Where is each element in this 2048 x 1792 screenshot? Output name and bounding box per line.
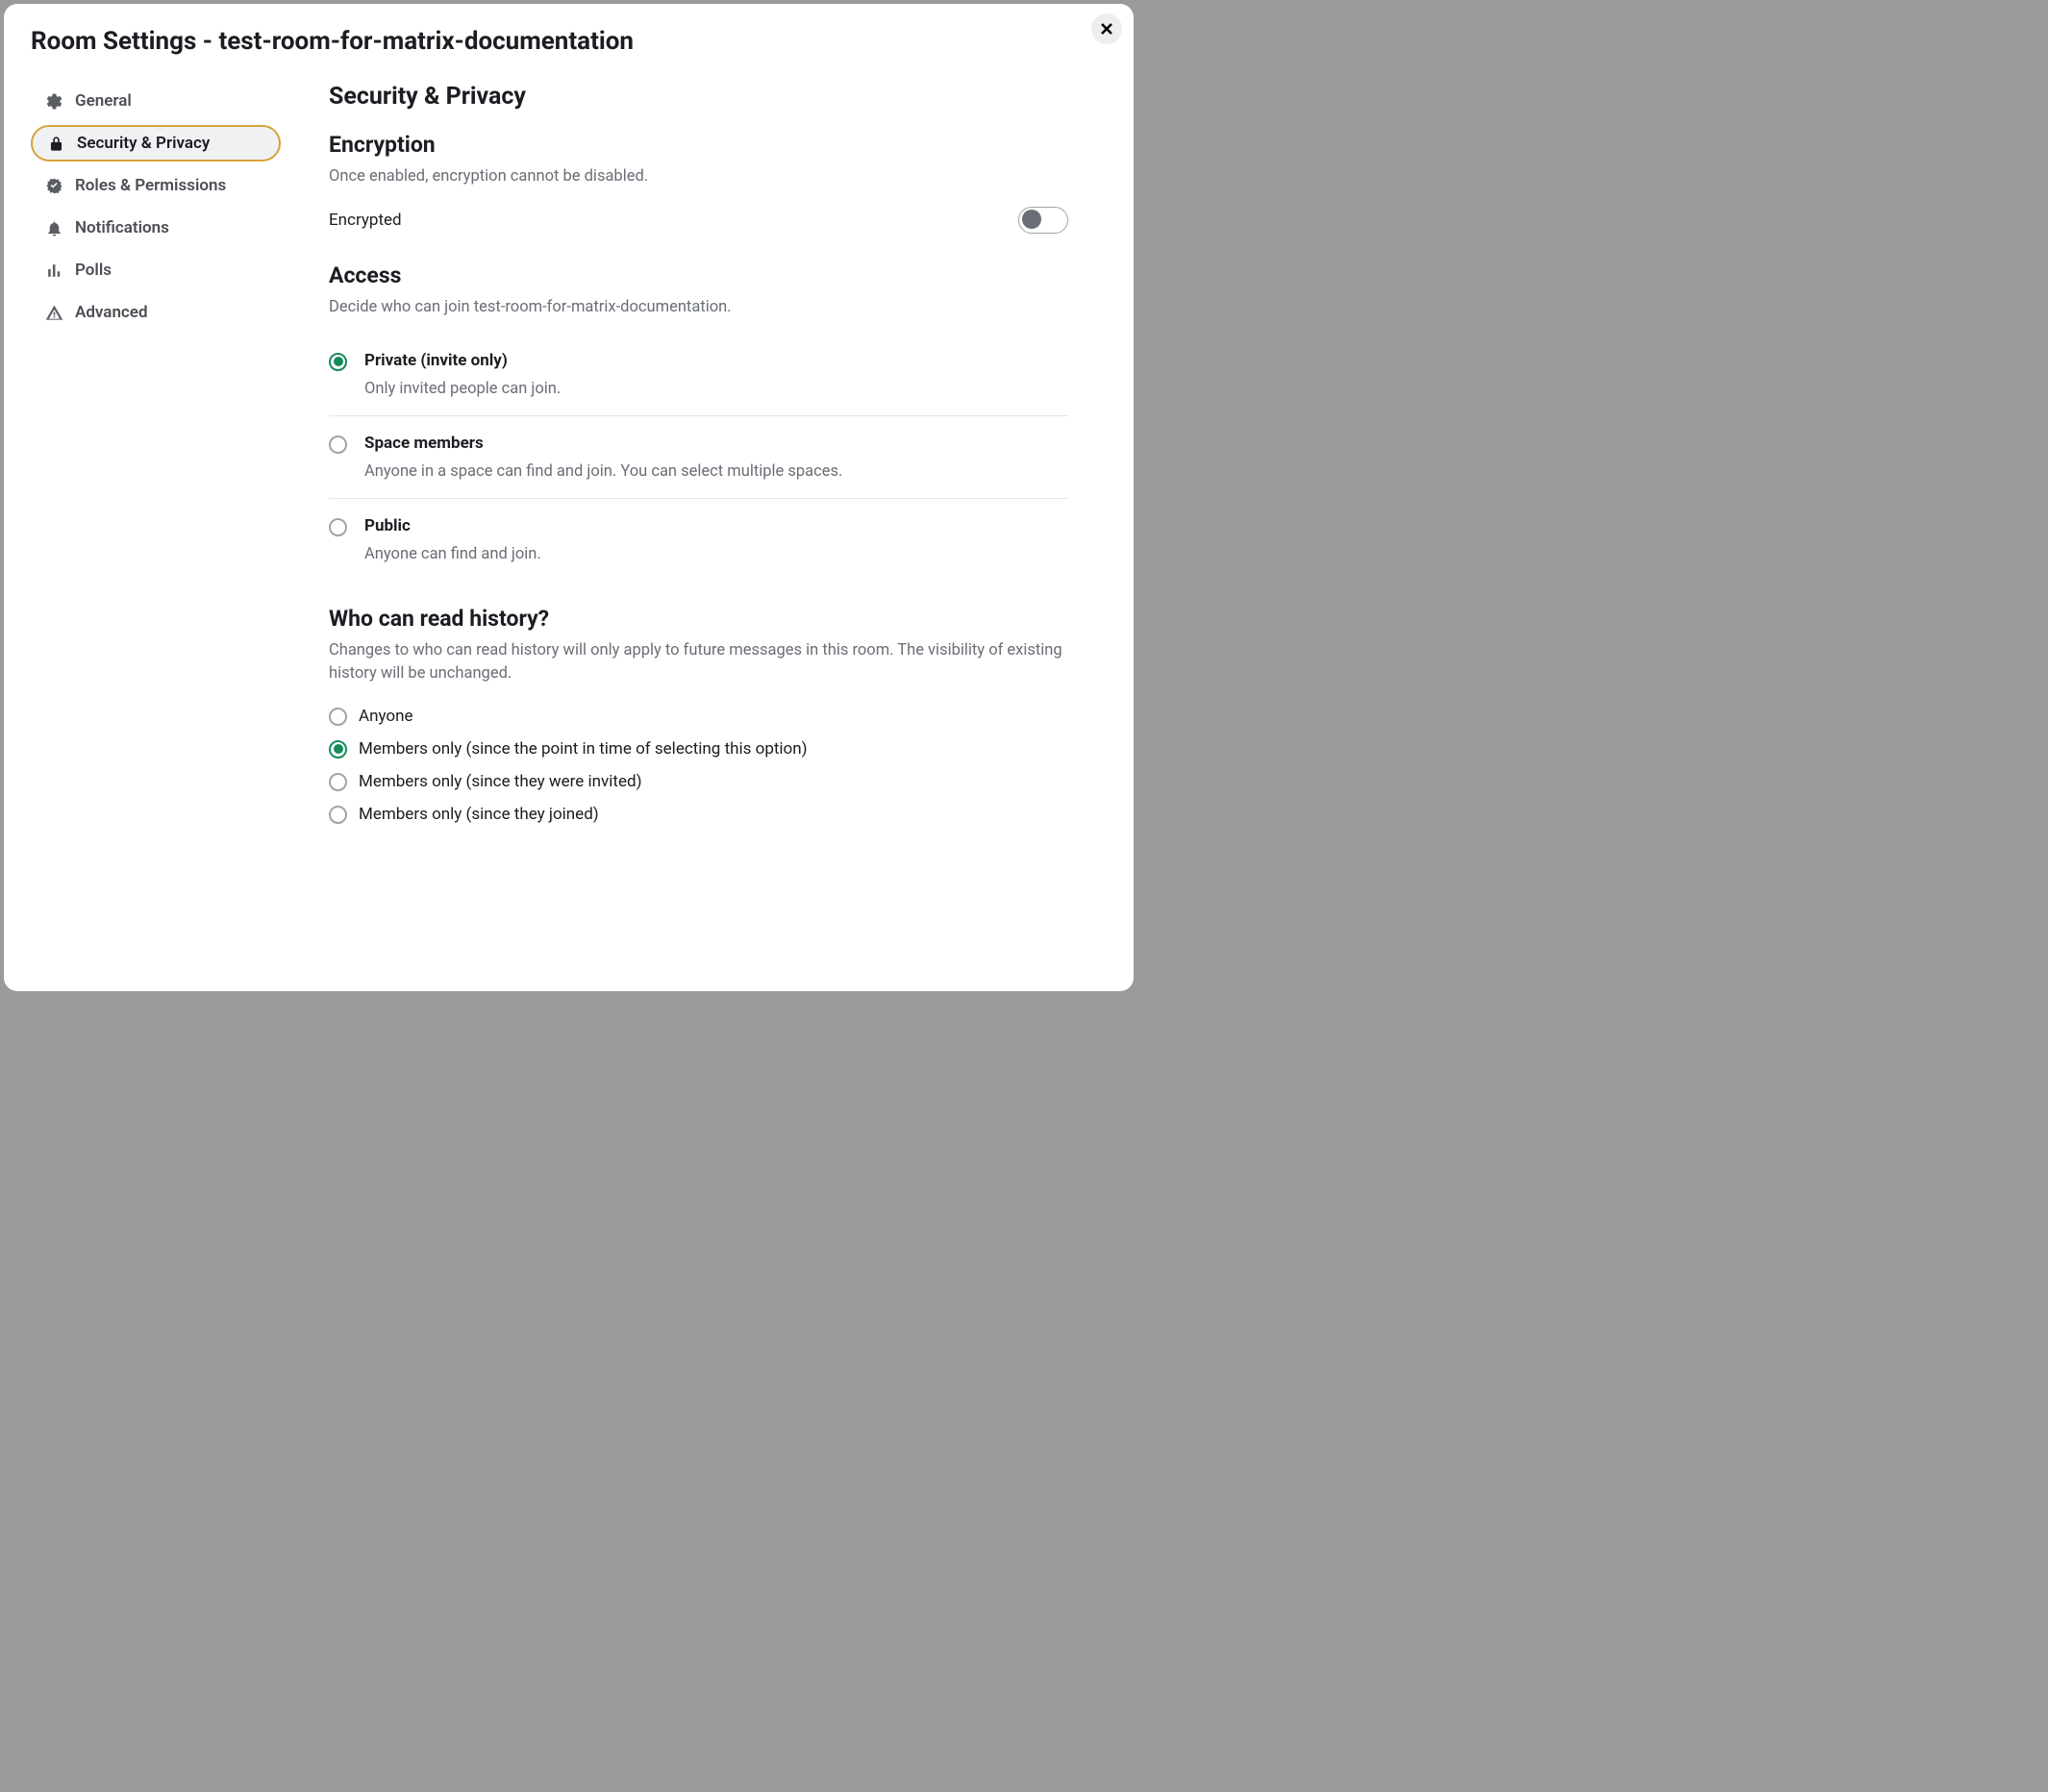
history-heading: Who can read history?	[329, 606, 1068, 632]
sidebar-item-advanced[interactable]: Advanced	[31, 294, 281, 331]
sidebar-item-notifications[interactable]: Notifications	[31, 210, 281, 246]
radio-icon	[329, 708, 347, 726]
badge-check-icon	[44, 176, 63, 195]
access-option-description: Only invited people can join.	[364, 380, 561, 398]
radio-icon	[329, 773, 347, 791]
radio-icon	[329, 518, 347, 536]
access-option-space[interactable]: Space members Anyone in a space can find…	[329, 416, 1068, 499]
access-heading: Access	[329, 262, 1068, 288]
access-description: Decide who can join test-room-for-matrix…	[329, 296, 1068, 320]
access-option-body: Public Anyone can find and join.	[364, 516, 541, 563]
sidebar-item-security[interactable]: Security & Privacy	[31, 125, 281, 162]
close-icon	[1100, 22, 1113, 36]
bell-icon	[44, 218, 63, 237]
history-option-members-since-select[interactable]: Members only (since the point in time of…	[329, 733, 1068, 765]
toggle-knob	[1022, 210, 1041, 229]
dialog-title: Room Settings - test-room-for-matrix-doc…	[31, 27, 1107, 56]
encryption-description: Once enabled, encryption cannot be disab…	[329, 165, 1068, 189]
history-option-label: Members only (since they were invited)	[359, 772, 642, 791]
access-option-description: Anyone in a space can find and join. You…	[364, 462, 842, 481]
history-option-label: Anyone	[359, 707, 413, 726]
room-settings-dialog: Room Settings - test-room-for-matrix-doc…	[4, 4, 1134, 991]
history-option-members-since-joined[interactable]: Members only (since they joined)	[329, 798, 1068, 831]
settings-sidebar: General Security & Privacy Roles & Permi…	[31, 83, 300, 831]
sidebar-item-label: Security & Privacy	[77, 134, 210, 153]
radio-icon	[329, 436, 347, 454]
access-option-public[interactable]: Public Anyone can find and join.	[329, 499, 1068, 581]
sidebar-item-label: Notifications	[75, 218, 169, 237]
encryption-heading: Encryption	[329, 132, 1068, 158]
access-option-body: Space members Anyone in a space can find…	[364, 434, 842, 481]
access-option-body: Private (invite only) Only invited peopl…	[364, 351, 561, 398]
access-option-title: Private (invite only)	[364, 351, 561, 370]
poll-icon	[44, 261, 63, 280]
access-option-private[interactable]: Private (invite only) Only invited peopl…	[329, 334, 1068, 416]
history-option-label: Members only (since they joined)	[359, 805, 599, 824]
settings-panel: Security & Privacy Encryption Once enabl…	[300, 83, 1107, 831]
access-option-description: Anyone can find and join.	[364, 545, 541, 563]
access-option-title: Public	[364, 516, 541, 535]
radio-icon	[329, 740, 347, 759]
sidebar-item-label: General	[75, 91, 132, 111]
encryption-toggle[interactable]	[1018, 207, 1068, 234]
radio-icon	[329, 353, 347, 371]
encryption-toggle-label: Encrypted	[329, 211, 402, 230]
lock-icon	[46, 134, 65, 153]
history-description: Changes to who can read history will onl…	[329, 639, 1068, 687]
sidebar-item-general[interactable]: General	[31, 83, 281, 119]
sidebar-item-label: Roles & Permissions	[75, 176, 226, 195]
gear-icon	[44, 91, 63, 111]
sidebar-item-label: Polls	[75, 261, 112, 280]
access-option-title: Space members	[364, 434, 842, 453]
close-button[interactable]	[1091, 13, 1122, 44]
radio-icon	[329, 806, 347, 824]
sidebar-item-polls[interactable]: Polls	[31, 252, 281, 288]
warning-icon	[44, 303, 63, 322]
encryption-toggle-row: Encrypted	[329, 203, 1068, 237]
history-option-anyone[interactable]: Anyone	[329, 700, 1068, 733]
sidebar-item-roles[interactable]: Roles & Permissions	[31, 167, 281, 204]
sidebar-item-label: Advanced	[75, 303, 148, 322]
panel-heading: Security & Privacy	[329, 83, 1068, 111]
history-option-members-since-invited[interactable]: Members only (since they were invited)	[329, 765, 1068, 798]
history-option-label: Members only (since the point in time of…	[359, 739, 808, 759]
